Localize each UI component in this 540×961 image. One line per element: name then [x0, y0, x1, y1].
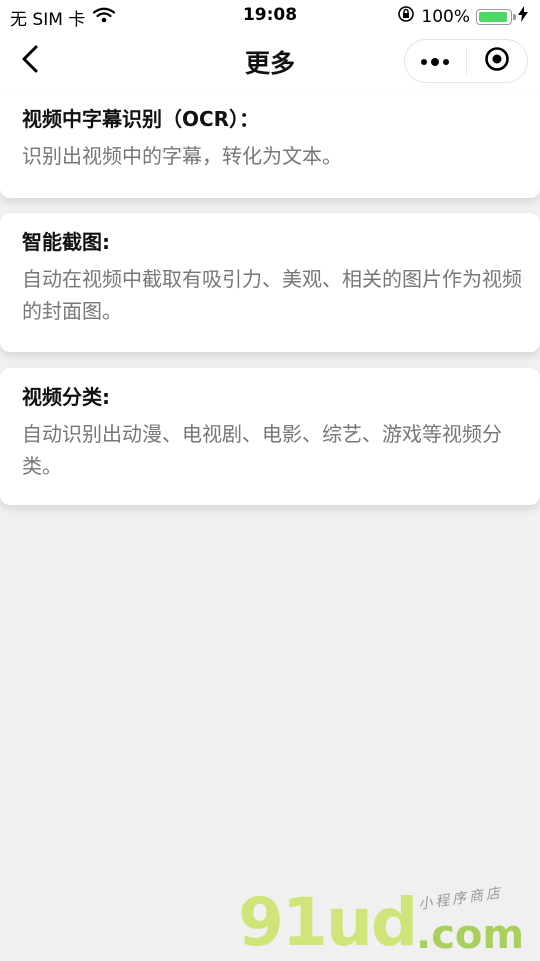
card-title: 智能截图:: [22, 230, 110, 254]
nav-bar: 更多: [0, 32, 540, 90]
feature-card-smart-screenshot: 智能截图: 自动在视频中截取有吸引力、美观、相关的图片作为视频的封面图。: [0, 213, 540, 352]
charging-bolt-icon: [518, 6, 528, 27]
card-description: 自动在视频中截取有吸引力、美观、相关的图片作为视频的封面图。: [22, 267, 522, 323]
battery-percent: 100%: [421, 6, 470, 27]
mini-program-capsule: [404, 39, 528, 83]
status-right: 100%: [397, 5, 528, 28]
watermark-main: 91ud: [238, 884, 418, 961]
feature-card-video-classification: 视频分类: 自动识别出动漫、电视剧、电影、综艺、游戏等视频分类。: [0, 368, 540, 505]
feature-card-ocr: 视频中字幕识别（OCR）： 识别出视频中的字幕，转化为文本。: [0, 90, 540, 198]
watermark-sub: 小程序商店: [417, 885, 504, 913]
card-description: 自动识别出动漫、电视剧、电影、综艺、游戏等视频分类。: [22, 422, 502, 478]
battery-fill: [479, 11, 507, 22]
more-dots-icon: [420, 52, 450, 71]
battery-cap: [513, 13, 516, 20]
watermark-logo: 91ud 小程序商店 .com: [238, 878, 538, 961]
orientation-lock-icon: [397, 5, 415, 28]
card-title: 视频中字幕识别（OCR）：: [22, 107, 260, 131]
close-button[interactable]: [467, 40, 528, 82]
more-button[interactable]: [405, 40, 466, 82]
status-bar: 无 SIM 卡 19:08 100%: [0, 0, 540, 32]
card-title: 视频分类:: [22, 385, 110, 409]
card-description: 识别出视频中的字幕，转化为文本。: [22, 144, 342, 168]
target-circle-icon: [484, 46, 510, 76]
battery-icon: [476, 8, 516, 25]
watermark-domain: .com: [416, 912, 525, 958]
